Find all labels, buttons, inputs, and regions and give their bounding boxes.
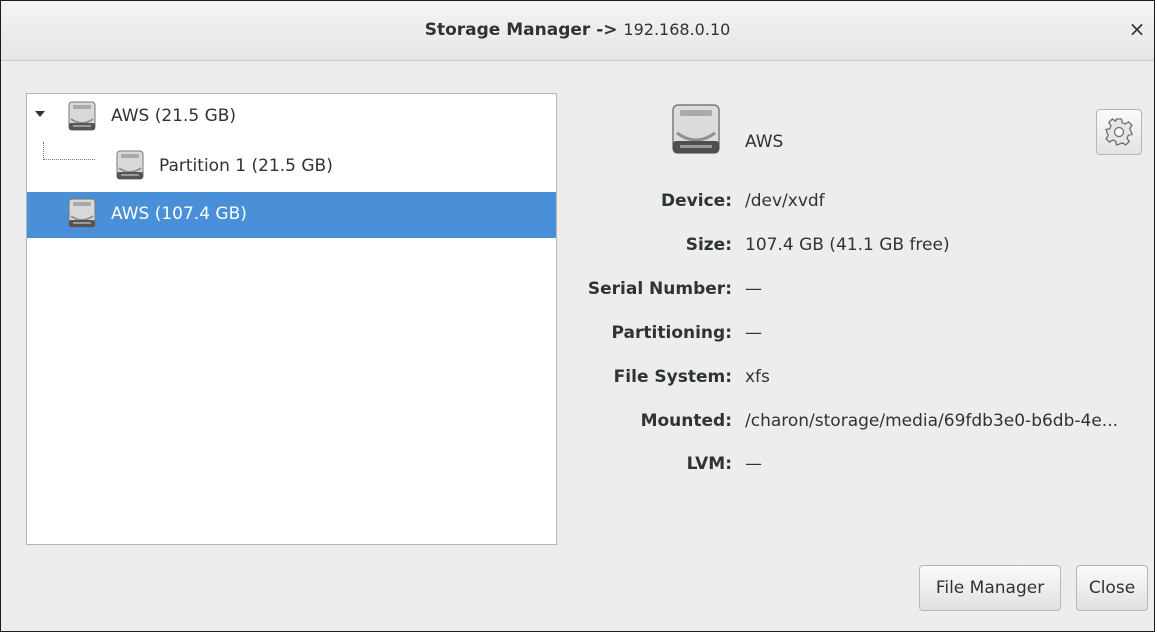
tree-row-label: AWS (107.4 GB) — [111, 204, 247, 224]
close-icon[interactable]: × — [1126, 17, 1148, 41]
device-value: /dev/xvdf — [745, 191, 825, 211]
window-title-host: 192.168.0.10 — [623, 20, 731, 39]
lvm-label: LVM: — [686, 454, 732, 474]
lvm-value: — — [745, 454, 762, 474]
tree-row-label: Partition 1 (21.5 GB) — [159, 156, 333, 176]
hard-disk-icon — [672, 104, 720, 154]
disk-tree[interactable]: AWS (21.5 GB) Partition 1 (21.5 GB) AWS … — [26, 93, 557, 545]
tree-row-partition-1[interactable]: Partition 1 (21.5 GB) — [27, 142, 556, 188]
partitioning-label: Partitioning: — [611, 323, 732, 343]
disk-name: AWS — [745, 132, 784, 152]
file-system-label: File System: — [613, 367, 732, 387]
device-label: Device: — [661, 191, 732, 211]
file-system-value: xfs — [745, 367, 770, 387]
mounted-label: Mounted: — [640, 411, 732, 431]
window-title-label: Storage Manager -> — [424, 20, 618, 40]
hard-disk-icon — [68, 101, 96, 131]
size-label: Size: — [685, 235, 732, 255]
file-manager-button[interactable]: File Manager — [919, 565, 1061, 611]
window-title: Storage Manager -> 192.168.0.10 — [1, 20, 1154, 40]
storage-manager-window: Storage Manager -> 192.168.0.10 × AWS (2… — [0, 0, 1155, 632]
expander-arrow-icon[interactable] — [33, 107, 47, 121]
tree-row-aws-107[interactable]: AWS (107.4 GB) — [27, 192, 556, 238]
serial-number-label: Serial Number: — [587, 279, 732, 299]
tree-row-aws-21[interactable]: AWS (21.5 GB) — [27, 94, 556, 140]
mounted-value: /charon/storage/media/69fdb3e0-b6db-4e..… — [745, 411, 1119, 431]
tree-row-label: AWS (21.5 GB) — [111, 106, 237, 126]
partitioning-value: — — [745, 323, 762, 343]
title-bar[interactable]: Storage Manager -> 192.168.0.10 × — [1, 1, 1154, 61]
hard-disk-icon — [116, 150, 144, 180]
hard-disk-icon — [68, 198, 96, 228]
serial-number-value: — — [745, 279, 762, 299]
settings-button[interactable] — [1096, 109, 1142, 155]
disk-details-panel: AWS Device: /dev/xvdf Size: 107.4 GB (41… — [561, 61, 1157, 581]
size-value: 107.4 GB (41.1 GB free) — [745, 235, 950, 255]
close-button[interactable]: Close — [1076, 565, 1148, 611]
gear-icon — [1105, 118, 1133, 146]
